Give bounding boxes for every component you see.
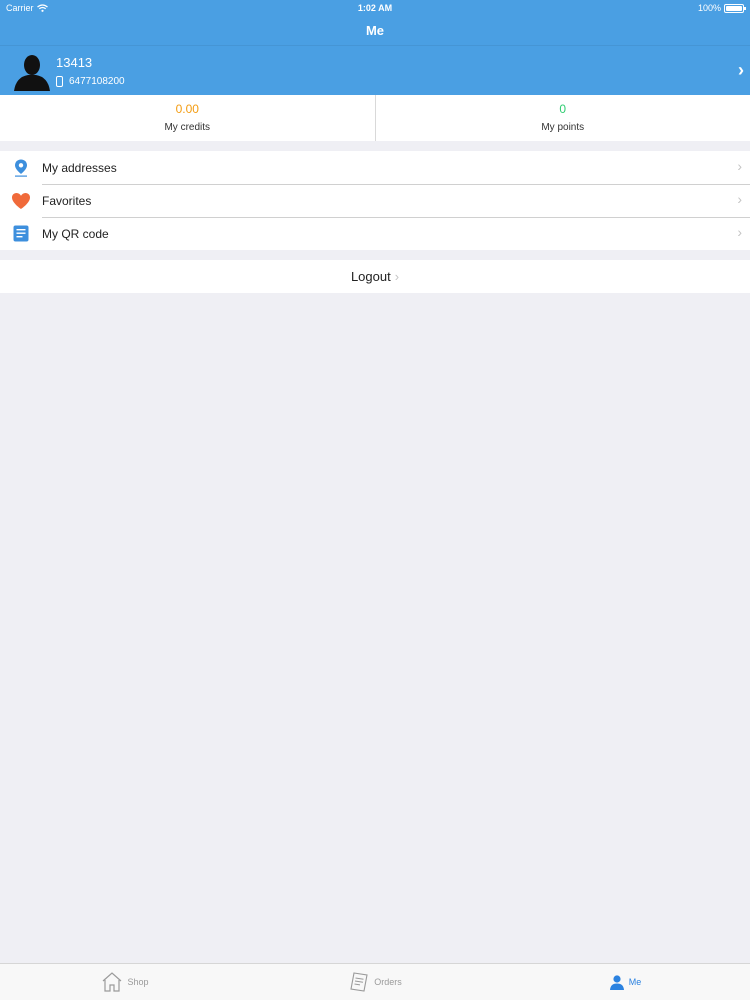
page-title: Me	[0, 16, 750, 46]
menu-item-label: My addresses	[42, 161, 117, 175]
credits-stat[interactable]: 0.00 My credits	[0, 95, 375, 141]
chevron-right-icon: ›	[737, 191, 742, 207]
menu-item-addresses[interactable]: My addresses ›	[0, 151, 750, 184]
points-stat[interactable]: 0 My points	[374, 95, 750, 141]
profile-phone: 6477108200	[69, 75, 125, 87]
logout-button[interactable]: Logout ›	[0, 260, 750, 293]
profile-name: 13413	[56, 54, 93, 70]
chevron-right-icon: ›	[737, 224, 742, 240]
menu-item-label: My QR code	[42, 227, 109, 241]
menu-list: My addresses › Favorites › My QR code ›	[0, 151, 750, 250]
clock: 1:02 AM	[357, 3, 393, 13]
document-icon	[13, 225, 29, 242]
chevron-right-icon: ›	[738, 60, 744, 80]
chevron-right-icon: ›	[737, 158, 742, 174]
person-icon	[609, 975, 624, 990]
points-label: My points	[541, 122, 585, 133]
chevron-right-icon: ›	[394, 269, 400, 284]
credits-value: 0.00	[175, 102, 199, 116]
tab-label: Orders	[374, 977, 402, 987]
location-pin-icon	[15, 159, 27, 177]
avatar	[12, 51, 52, 91]
tab-orders[interactable]: Orders	[250, 964, 500, 1000]
credits-label: My credits	[164, 122, 211, 133]
phone-icon	[56, 75, 63, 87]
heart-icon	[12, 192, 30, 209]
tab-label: Me	[628, 977, 642, 987]
home-icon	[103, 972, 122, 992]
tab-shop[interactable]: Shop	[0, 964, 250, 1000]
logout-label: Logout	[350, 269, 391, 284]
stats-panel: 0.00 My credits 0 My points	[0, 95, 750, 141]
tab-bar: Shop Orders Me	[0, 963, 750, 1000]
status-bar: Carrier 1:02 AM 100%	[0, 0, 750, 16]
receipt-icon	[350, 972, 368, 992]
menu-item-qr-code[interactable]: My QR code ›	[0, 217, 750, 250]
tab-me[interactable]: Me	[500, 964, 750, 1000]
menu-item-label: Favorites	[42, 194, 92, 208]
points-value: 0	[559, 102, 567, 116]
profile-header[interactable]: 13413 6477108200 ›	[0, 46, 750, 95]
person-silhouette-icon	[14, 54, 50, 91]
battery-icon	[724, 3, 746, 13]
tab-label: Shop	[127, 977, 149, 987]
battery-percent: 100%	[697, 3, 721, 13]
menu-item-favorites[interactable]: Favorites ›	[0, 184, 750, 217]
header: Carrier 1:02 AM 100% Me 13413 6477108200	[0, 0, 750, 95]
